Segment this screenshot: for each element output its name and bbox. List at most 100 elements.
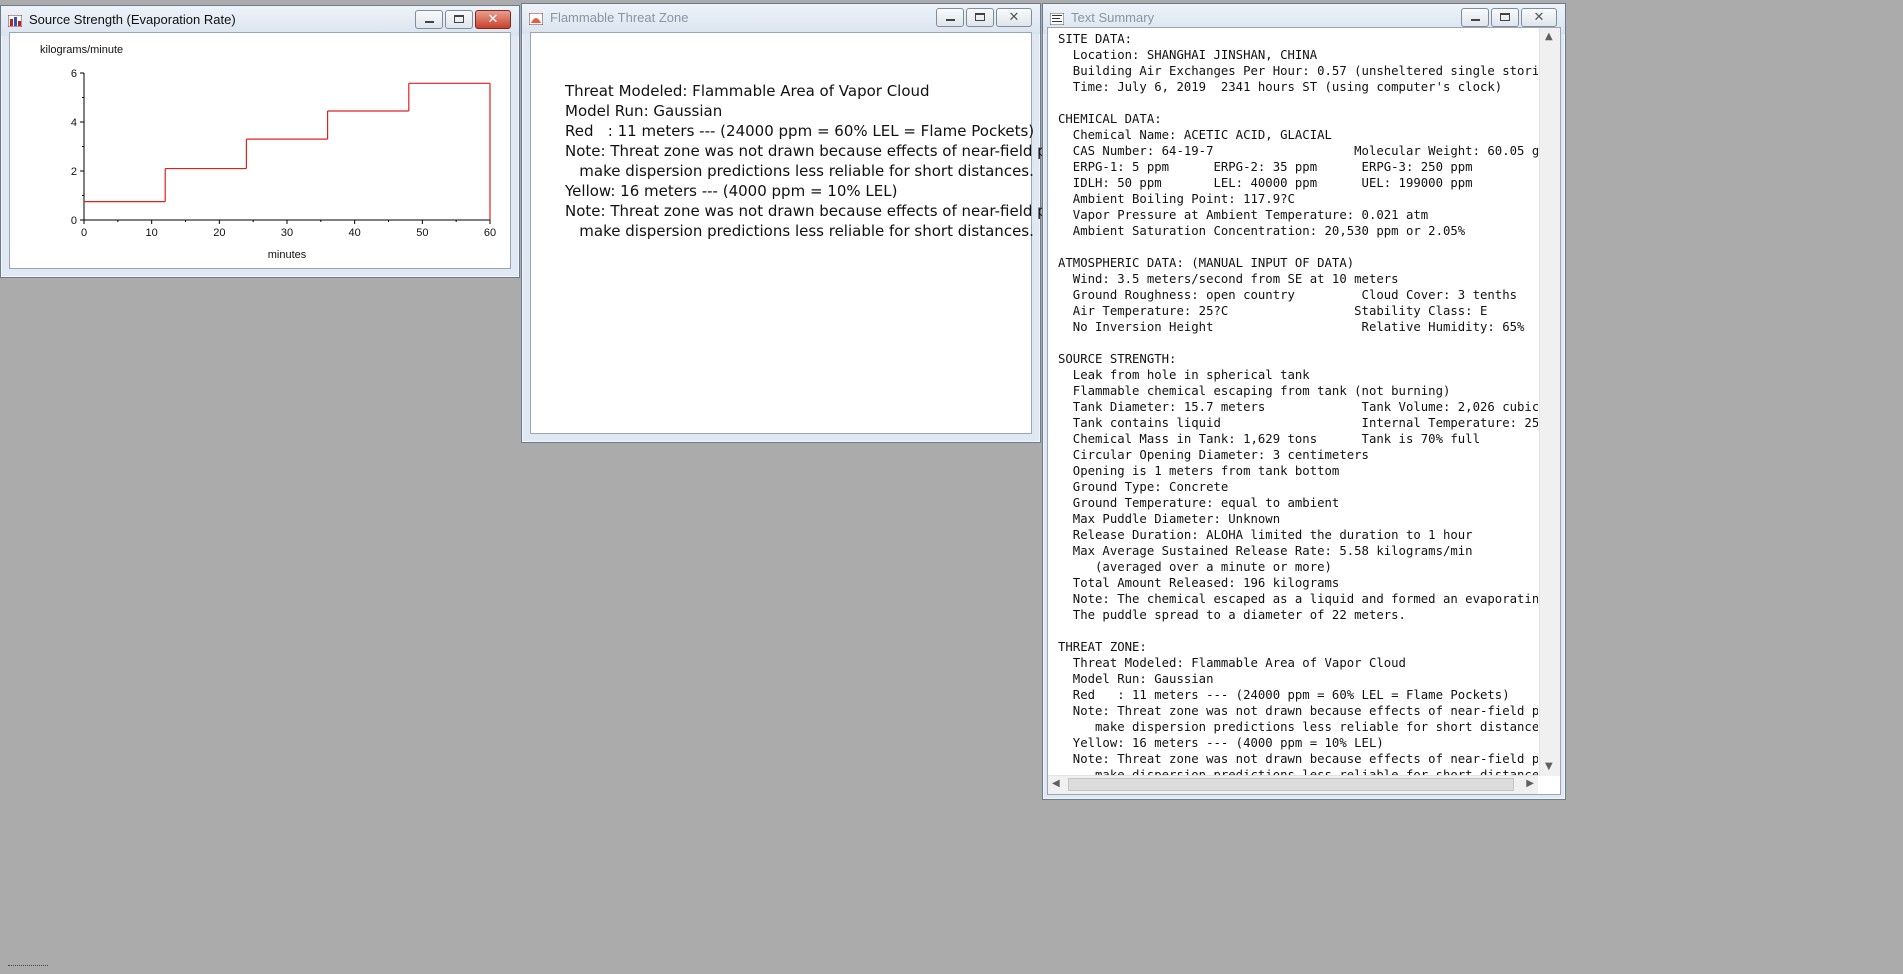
x-tick-label: 60 bbox=[484, 227, 496, 239]
y-tick-label: 6 bbox=[71, 68, 77, 80]
text-doc-icon bbox=[1050, 13, 1064, 25]
maximize-icon bbox=[454, 15, 464, 23]
threat-zone-window: Flammable Threat Zone ✕ Threat Modeled: … bbox=[521, 3, 1118, 443]
maximize-button[interactable] bbox=[445, 10, 473, 29]
minimize-icon bbox=[946, 19, 955, 21]
summary-line: Total Amount Released: 196 kilograms bbox=[1058, 576, 1340, 590]
x-tick-label: 30 bbox=[281, 227, 293, 239]
maximize-button[interactable] bbox=[1491, 8, 1519, 27]
y-tick-label: 0 bbox=[71, 215, 77, 227]
summary-line: Circular Opening Diameter: 3 centimeters bbox=[1058, 448, 1369, 462]
summary-line: Yellow: 16 meters --- (4000 ppm = 10% LE… bbox=[1058, 736, 1384, 750]
summary-line: Location: SHANGHAI JINSHAN, CHINA bbox=[1058, 48, 1318, 62]
summary-line: Chemical Mass in Tank: 1,629 tons Tank i… bbox=[1058, 432, 1480, 446]
maximize-icon bbox=[1500, 13, 1510, 21]
summary-line: Threat Modeled: Flammable Area of Vapor … bbox=[1058, 656, 1406, 670]
summary-line: SOURCE STRENGTH: bbox=[1058, 352, 1177, 366]
window-title: Source Strength (Evaporation Rate) bbox=[29, 12, 236, 27]
summary-line: Building Air Exchanges Per Hour: 0.57 (u… bbox=[1058, 64, 1538, 78]
summary-line: Tank contains liquid Internal Temperatur… bbox=[1058, 416, 1538, 430]
summary-line: THREAT ZONE: bbox=[1058, 640, 1147, 654]
y-tick-label: 2 bbox=[71, 166, 77, 178]
x-axis-label: minutes bbox=[268, 249, 307, 261]
x-tick-label: 0 bbox=[81, 227, 87, 239]
scroll-left-icon[interactable]: ◀ bbox=[1052, 777, 1060, 791]
close-icon: ✕ bbox=[1533, 10, 1545, 25]
summary-line: Opening is 1 meters from tank bottom bbox=[1058, 464, 1340, 478]
threat-line: make dispersion predictions less reliabl… bbox=[565, 222, 1034, 240]
scroll-up-icon[interactable]: ▲ bbox=[1545, 30, 1553, 44]
summary-line: Tank Diameter: 15.7 meters Tank Volume: … bbox=[1058, 400, 1538, 414]
summary-line: Time: July 6, 2019 2341 hours ST (using … bbox=[1058, 80, 1503, 94]
summary-line bbox=[1058, 335, 1538, 351]
summary-line: Chemical Name: ACETIC ACID, GLACIAL bbox=[1058, 128, 1332, 142]
maximize-icon bbox=[975, 13, 985, 21]
aloha-threat-icon bbox=[529, 13, 543, 25]
y-axis-label: kilograms/minute bbox=[40, 44, 123, 56]
minimize-button[interactable] bbox=[936, 8, 964, 27]
x-tick-label: 10 bbox=[146, 227, 158, 239]
scroll-right-icon[interactable]: ▶ bbox=[1526, 777, 1534, 791]
vertical-scrollbar[interactable]: ▲ ▼ bbox=[1539, 28, 1560, 776]
threat-line: Note: Threat zone was not drawn because … bbox=[565, 142, 1119, 160]
summary-line: (averaged over a minute or more) bbox=[1058, 560, 1332, 574]
summary-line: SITE DATA: bbox=[1058, 32, 1133, 46]
close-icon: ✕ bbox=[487, 12, 499, 27]
close-button[interactable]: ✕ bbox=[996, 8, 1032, 27]
threat-line: make dispersion predictions less reliabl… bbox=[565, 162, 1034, 180]
summary-line: Model Run: Gaussian bbox=[1058, 672, 1214, 686]
summary-line: Air Temperature: 25?C Stability Class: E bbox=[1058, 304, 1488, 318]
summary-line: The puddle spread to a diameter of 22 me… bbox=[1058, 608, 1406, 622]
summary-line: Leak from hole in spherical tank bbox=[1058, 368, 1310, 382]
summary-line: Max Puddle Diameter: Unknown bbox=[1058, 512, 1281, 526]
close-icon: ✕ bbox=[1008, 10, 1020, 25]
summary-text: SITE DATA: Location: SHANGHAI JINSHAN, C… bbox=[1048, 28, 1538, 776]
horizontal-scrollbar[interactable]: ◀ ▶ bbox=[1048, 775, 1538, 794]
aloha-chart-icon bbox=[8, 15, 22, 27]
maximize-button[interactable] bbox=[966, 8, 994, 27]
summary-line: Note: The chemical escaped as a liquid a… bbox=[1072, 592, 1538, 606]
summary-line: Note: Threat zone was not drawn because … bbox=[1072, 704, 1538, 718]
summary-line: Note: Threat zone was not drawn because … bbox=[1072, 752, 1538, 766]
summary-line bbox=[1058, 623, 1538, 639]
scroll-down-icon[interactable]: ▼ bbox=[1545, 760, 1553, 774]
summary-line: Red : 11 meters --- (24000 ppm = 60% LEL… bbox=[1058, 688, 1510, 702]
summary-line: Release Duration: ALOHA limited the dura… bbox=[1058, 528, 1473, 542]
x-tick-label: 40 bbox=[349, 227, 361, 239]
summary-line bbox=[1058, 239, 1538, 255]
threat-zone-content: Threat Modeled: Flammable Area of Vapor … bbox=[530, 32, 1118, 434]
close-button[interactable]: ✕ bbox=[1521, 8, 1557, 27]
close-button[interactable]: ✕ bbox=[475, 10, 511, 29]
text-summary-content: SITE DATA: Location: SHANGHAI JINSHAN, C… bbox=[1047, 27, 1561, 795]
summary-line: ATMOSPHERIC DATA: (MANUAL INPUT OF DATA) bbox=[1058, 256, 1355, 270]
summary-line: Ground Type: Concrete bbox=[1058, 480, 1229, 494]
summary-line: Ambient Saturation Concentration: 20,530… bbox=[1058, 224, 1466, 238]
summary-line: Ambient Boiling Point: 117.9?C bbox=[1058, 192, 1295, 206]
summary-line: No Inversion Height Relative Humidity: 6… bbox=[1058, 320, 1525, 334]
summary-line: CHEMICAL DATA: bbox=[1058, 112, 1162, 126]
source-strength-chart: 02460 10 20 30 40 50 60kilograms/minuteminutes bbox=[40, 44, 496, 261]
threat-zone-titlebar[interactable]: Flammable Threat Zone ✕ bbox=[522, 4, 1040, 34]
source-strength-window: Source Strength (Evaporation Rate) ✕ 0 2 4… bbox=[0, 5, 520, 278]
window-title: Text Summary bbox=[1071, 10, 1155, 25]
window-title: Flammable Threat Zone bbox=[550, 10, 689, 25]
summary-line: IDLH: 50 ppm LEL: 40000 ppm UEL: 199000 … bbox=[1058, 176, 1473, 190]
minimize-icon bbox=[1471, 19, 1480, 21]
y-tick-label: 4 bbox=[71, 117, 77, 129]
threat-line: Threat Modeled: Flammable Area of Vapor … bbox=[565, 82, 930, 100]
threat-line: Model Run: Gaussian bbox=[565, 102, 723, 120]
minimize-icon bbox=[425, 21, 434, 23]
summary-line: make dispersion predictions less reliabl… bbox=[1058, 720, 1538, 734]
summary-line: ERPG-1: 5 ppm ERPG-2: 35 ppm ERPG-3: 250… bbox=[1058, 160, 1473, 174]
threat-zone-text: Threat Modeled: Flammable Area of Vapor … bbox=[565, 81, 1118, 241]
threat-line: Red : 11 meters --- (24000 ppm = 60% LEL… bbox=[565, 122, 1035, 140]
minimize-button[interactable] bbox=[1461, 8, 1489, 27]
summary-line: Wind: 3.5 meters/second from SE at 10 me… bbox=[1058, 272, 1399, 286]
threat-line: Yellow: 16 meters --- (4000 ppm = 10% LE… bbox=[565, 182, 898, 200]
minimize-button[interactable] bbox=[415, 10, 443, 29]
horizontal-scroll-thumb[interactable] bbox=[1068, 778, 1514, 791]
text-summary-window: Text Summary ✕ SITE DATA: Location: SHAN… bbox=[1042, 3, 1566, 800]
x-tick-label: 20 bbox=[213, 227, 225, 239]
summary-line: Ground Temperature: equal to ambient bbox=[1058, 496, 1340, 510]
summary-line: Flammable chemical escaping from tank (n… bbox=[1058, 384, 1451, 398]
